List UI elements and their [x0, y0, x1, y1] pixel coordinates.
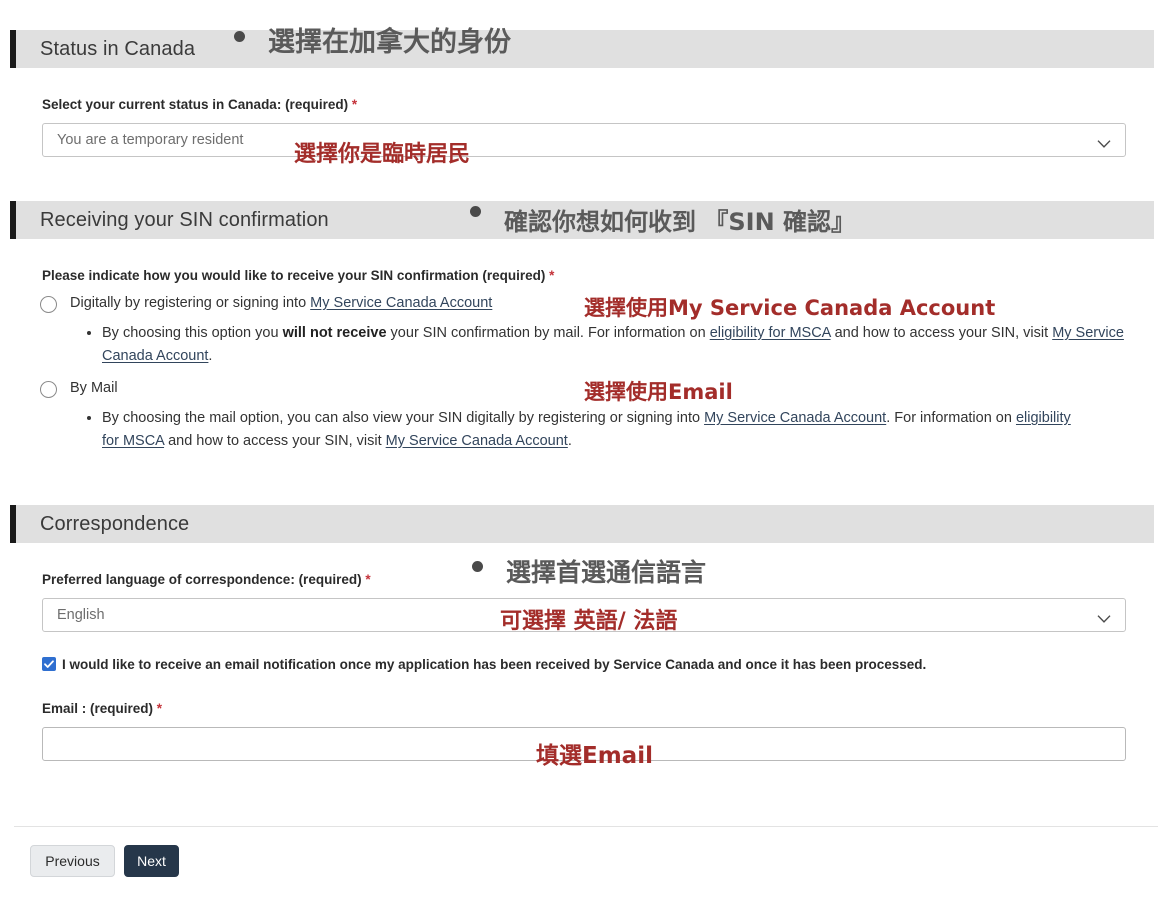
- required-star-email: *: [156, 701, 163, 716]
- checkbox-email-notification-label[interactable]: I would like to receive an email notific…: [62, 657, 926, 672]
- bullet-mail-info: By choosing the mail option, you can als…: [84, 407, 1072, 452]
- annotation-mail-option: 選擇使用Email: [584, 380, 733, 404]
- required-star-receiving: *: [549, 268, 555, 283]
- link-my-service-canada-account-3[interactable]: My Service Canada Account: [704, 410, 886, 426]
- radio-digital-label[interactable]: Digitally by registering or signing into…: [70, 295, 492, 311]
- radio-digital[interactable]: [40, 296, 57, 313]
- radio-by-mail[interactable]: [40, 381, 57, 398]
- label-status-select: Select your current status in Canada: (r…: [42, 97, 357, 112]
- select-preferred-language[interactable]: English: [42, 598, 1126, 632]
- section-header-receiving: Receiving your SIN confirmation: [10, 201, 1154, 239]
- bullet-digital-p2: your SIN confirmation by mail. For infor…: [386, 325, 710, 341]
- select-language-value: English: [57, 607, 105, 623]
- required-star-status: *: [351, 97, 358, 112]
- footer-divider: [14, 826, 1158, 827]
- radio-digital-label-text: Digitally by registering or signing into: [70, 295, 311, 311]
- annotation-bullet-status: [234, 31, 245, 42]
- chevron-down-icon: [1097, 136, 1111, 148]
- label-email-text: Email : (required): [42, 701, 154, 716]
- label-email: Email : (required) *: [42, 701, 162, 716]
- select-status-in-canada[interactable]: You are a temporary resident: [42, 123, 1126, 157]
- annotation-bullet-receiving: [470, 206, 481, 217]
- label-receiving-method: Please indicate how you would like to re…: [42, 268, 554, 283]
- bullet-digital-p4: .: [208, 347, 213, 364]
- list-item: By choosing this option you will not rec…: [102, 322, 1124, 367]
- section-title-receiving: Receiving your SIN confirmation: [40, 208, 329, 231]
- bullet-mail-p4: .: [567, 432, 572, 449]
- label-status-select-text: Select your current status in Canada: (r…: [42, 97, 349, 112]
- email-field[interactable]: [42, 727, 1126, 761]
- bullet-digital-info: By choosing this option you will not rec…: [84, 322, 1124, 367]
- bullet-mail-p2: . For information on: [886, 410, 1016, 426]
- label-preferred-language: Preferred language of correspondence: (r…: [42, 572, 371, 587]
- annotation-correspondence-language: 選擇首選通信語言: [506, 558, 707, 587]
- checkbox-email-notification[interactable]: [42, 657, 56, 671]
- bullet-digital-p3: and how to access your SIN, visit: [830, 325, 1053, 341]
- annotation-bullet-correspondence: [472, 561, 483, 572]
- next-button[interactable]: Next: [124, 845, 179, 877]
- label-preferred-language-text: Preferred language of correspondence: (r…: [42, 572, 362, 587]
- bullet-digital-strong: will not receive: [282, 325, 387, 341]
- bullet-digital-p1: By choosing this option you: [102, 325, 283, 341]
- section-header-status: Status in Canada: [10, 30, 1154, 68]
- sin-application-form-page: Status in Canada 選擇在加拿大的身份 Select your c…: [0, 0, 1172, 899]
- section-header-correspondence: Correspondence: [10, 505, 1154, 543]
- chevron-down-icon: [1097, 611, 1111, 623]
- select-status-value: You are a temporary resident: [57, 132, 244, 148]
- section-title-correspondence: Correspondence: [40, 512, 190, 535]
- section-title-status: Status in Canada: [40, 37, 196, 60]
- link-my-service-canada-account-1[interactable]: My Service Canada Account: [310, 295, 492, 311]
- link-my-service-canada-account-4[interactable]: My Service Canada Account: [386, 433, 568, 449]
- list-item: By choosing the mail option, you can als…: [102, 407, 1072, 452]
- annotation-digital-option: 選擇使用My Service Canada Account: [584, 296, 996, 320]
- required-star-language: *: [365, 572, 371, 587]
- bullet-mail-p3: and how to access your SIN, visit: [164, 432, 386, 449]
- bullet-mail-p1: By choosing the mail option, you can als…: [102, 410, 705, 426]
- link-eligibility-for-msca-1[interactable]: eligibility for MSCA: [710, 325, 831, 341]
- previous-button[interactable]: Previous: [30, 845, 115, 877]
- label-receiving-method-text: Please indicate how you would like to re…: [42, 268, 546, 283]
- radio-by-mail-label[interactable]: By Mail: [70, 380, 118, 396]
